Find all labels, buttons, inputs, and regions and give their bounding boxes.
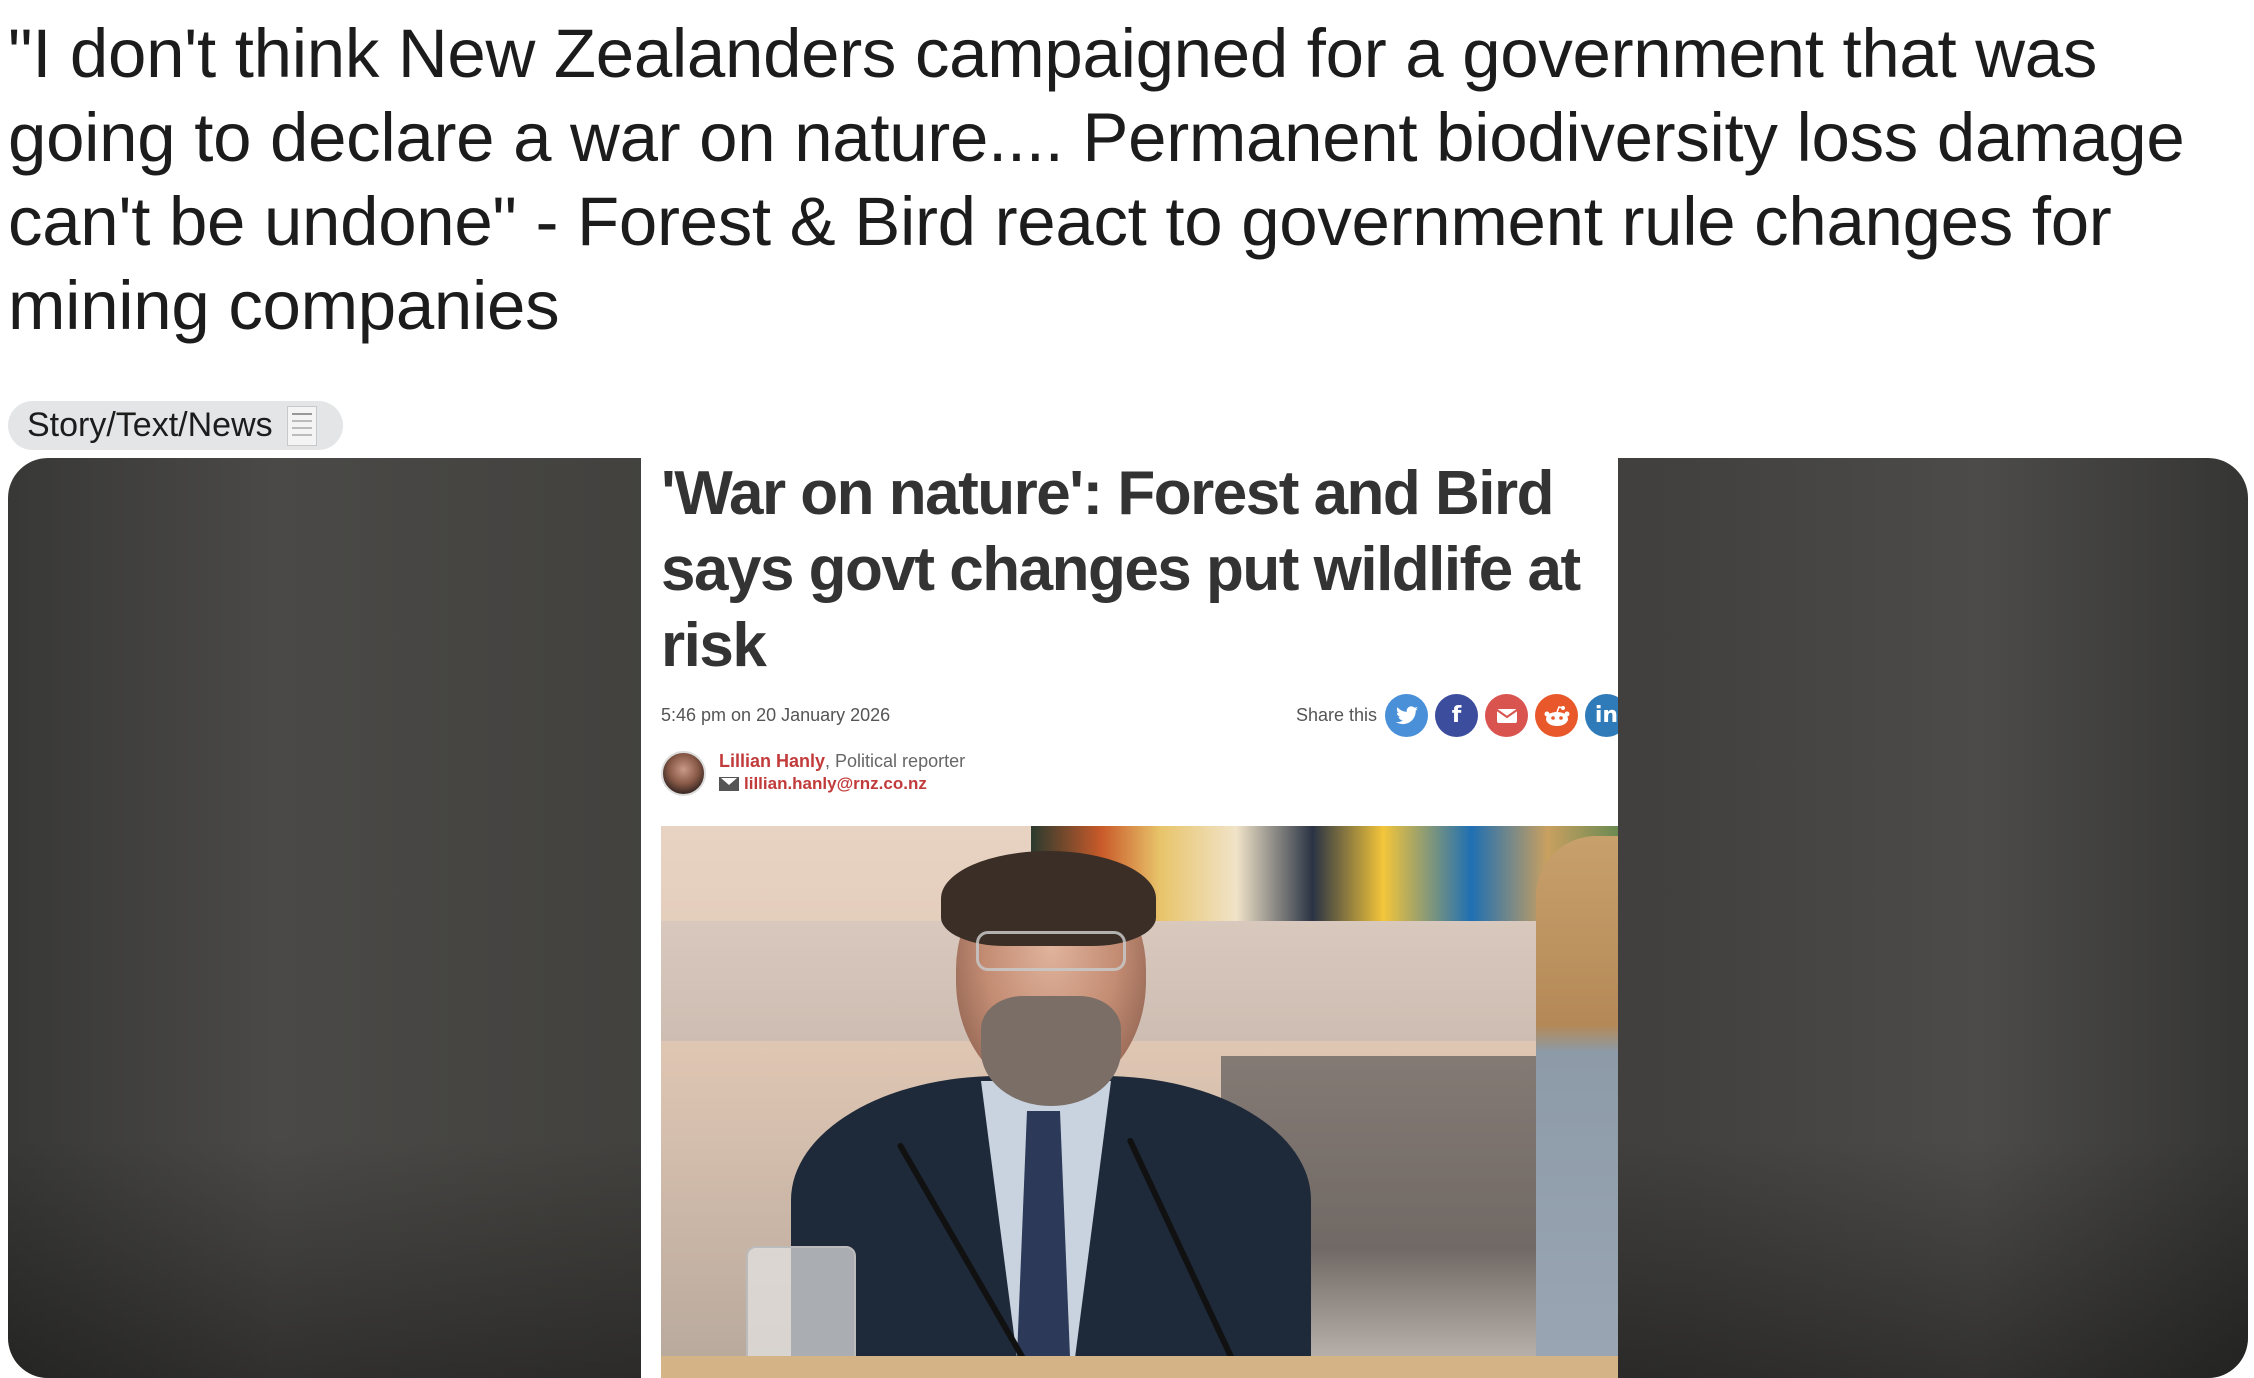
speaker-beard — [981, 996, 1121, 1106]
background-person — [1536, 836, 1618, 1376]
author-email[interactable]: lillian.hanly@rnz.co.nz — [744, 774, 927, 794]
twitter-icon[interactable] — [1385, 694, 1428, 737]
receipt-icon — [286, 405, 317, 446]
desk — [661, 1356, 1618, 1378]
reddit-icon[interactable] — [1535, 694, 1578, 737]
flair-label: Story/Text/News — [27, 406, 273, 444]
linkedin-icon[interactable]: in — [1585, 694, 1618, 737]
email-icon[interactable] — [1485, 694, 1528, 737]
author-name[interactable]: Lillian Hanly — [719, 751, 825, 771]
post-media[interactable]: 'War on nature': Forest and Bird says go… — [8, 458, 2248, 1378]
share-icons: f in — [1385, 694, 1618, 737]
article-screenshot: 'War on nature': Forest and Bird says go… — [641, 458, 1618, 1378]
article-photo — [661, 826, 1618, 1378]
article-dateline: 5:46 pm on 20 January 2026 — [661, 705, 891, 725]
author-avatar — [661, 751, 706, 796]
facebook-icon[interactable]: f — [1435, 694, 1478, 737]
author-email-line[interactable]: lillian.hanly@rnz.co.nz — [719, 774, 927, 794]
author-byline: Lillian Hanly, Political reporter — [719, 751, 965, 772]
post-flair[interactable]: Story/Text/News — [8, 401, 343, 450]
author-role: , Political reporter — [825, 751, 966, 771]
article-headline: 'War on nature': Forest and Bird says go… — [661, 459, 1581, 680]
speaker-glasses — [976, 931, 1126, 971]
share-label: Share this — [1296, 705, 1378, 725]
mail-icon — [719, 777, 739, 791]
post-title[interactable]: "I don't think New Zealanders campaigned… — [8, 12, 2248, 348]
